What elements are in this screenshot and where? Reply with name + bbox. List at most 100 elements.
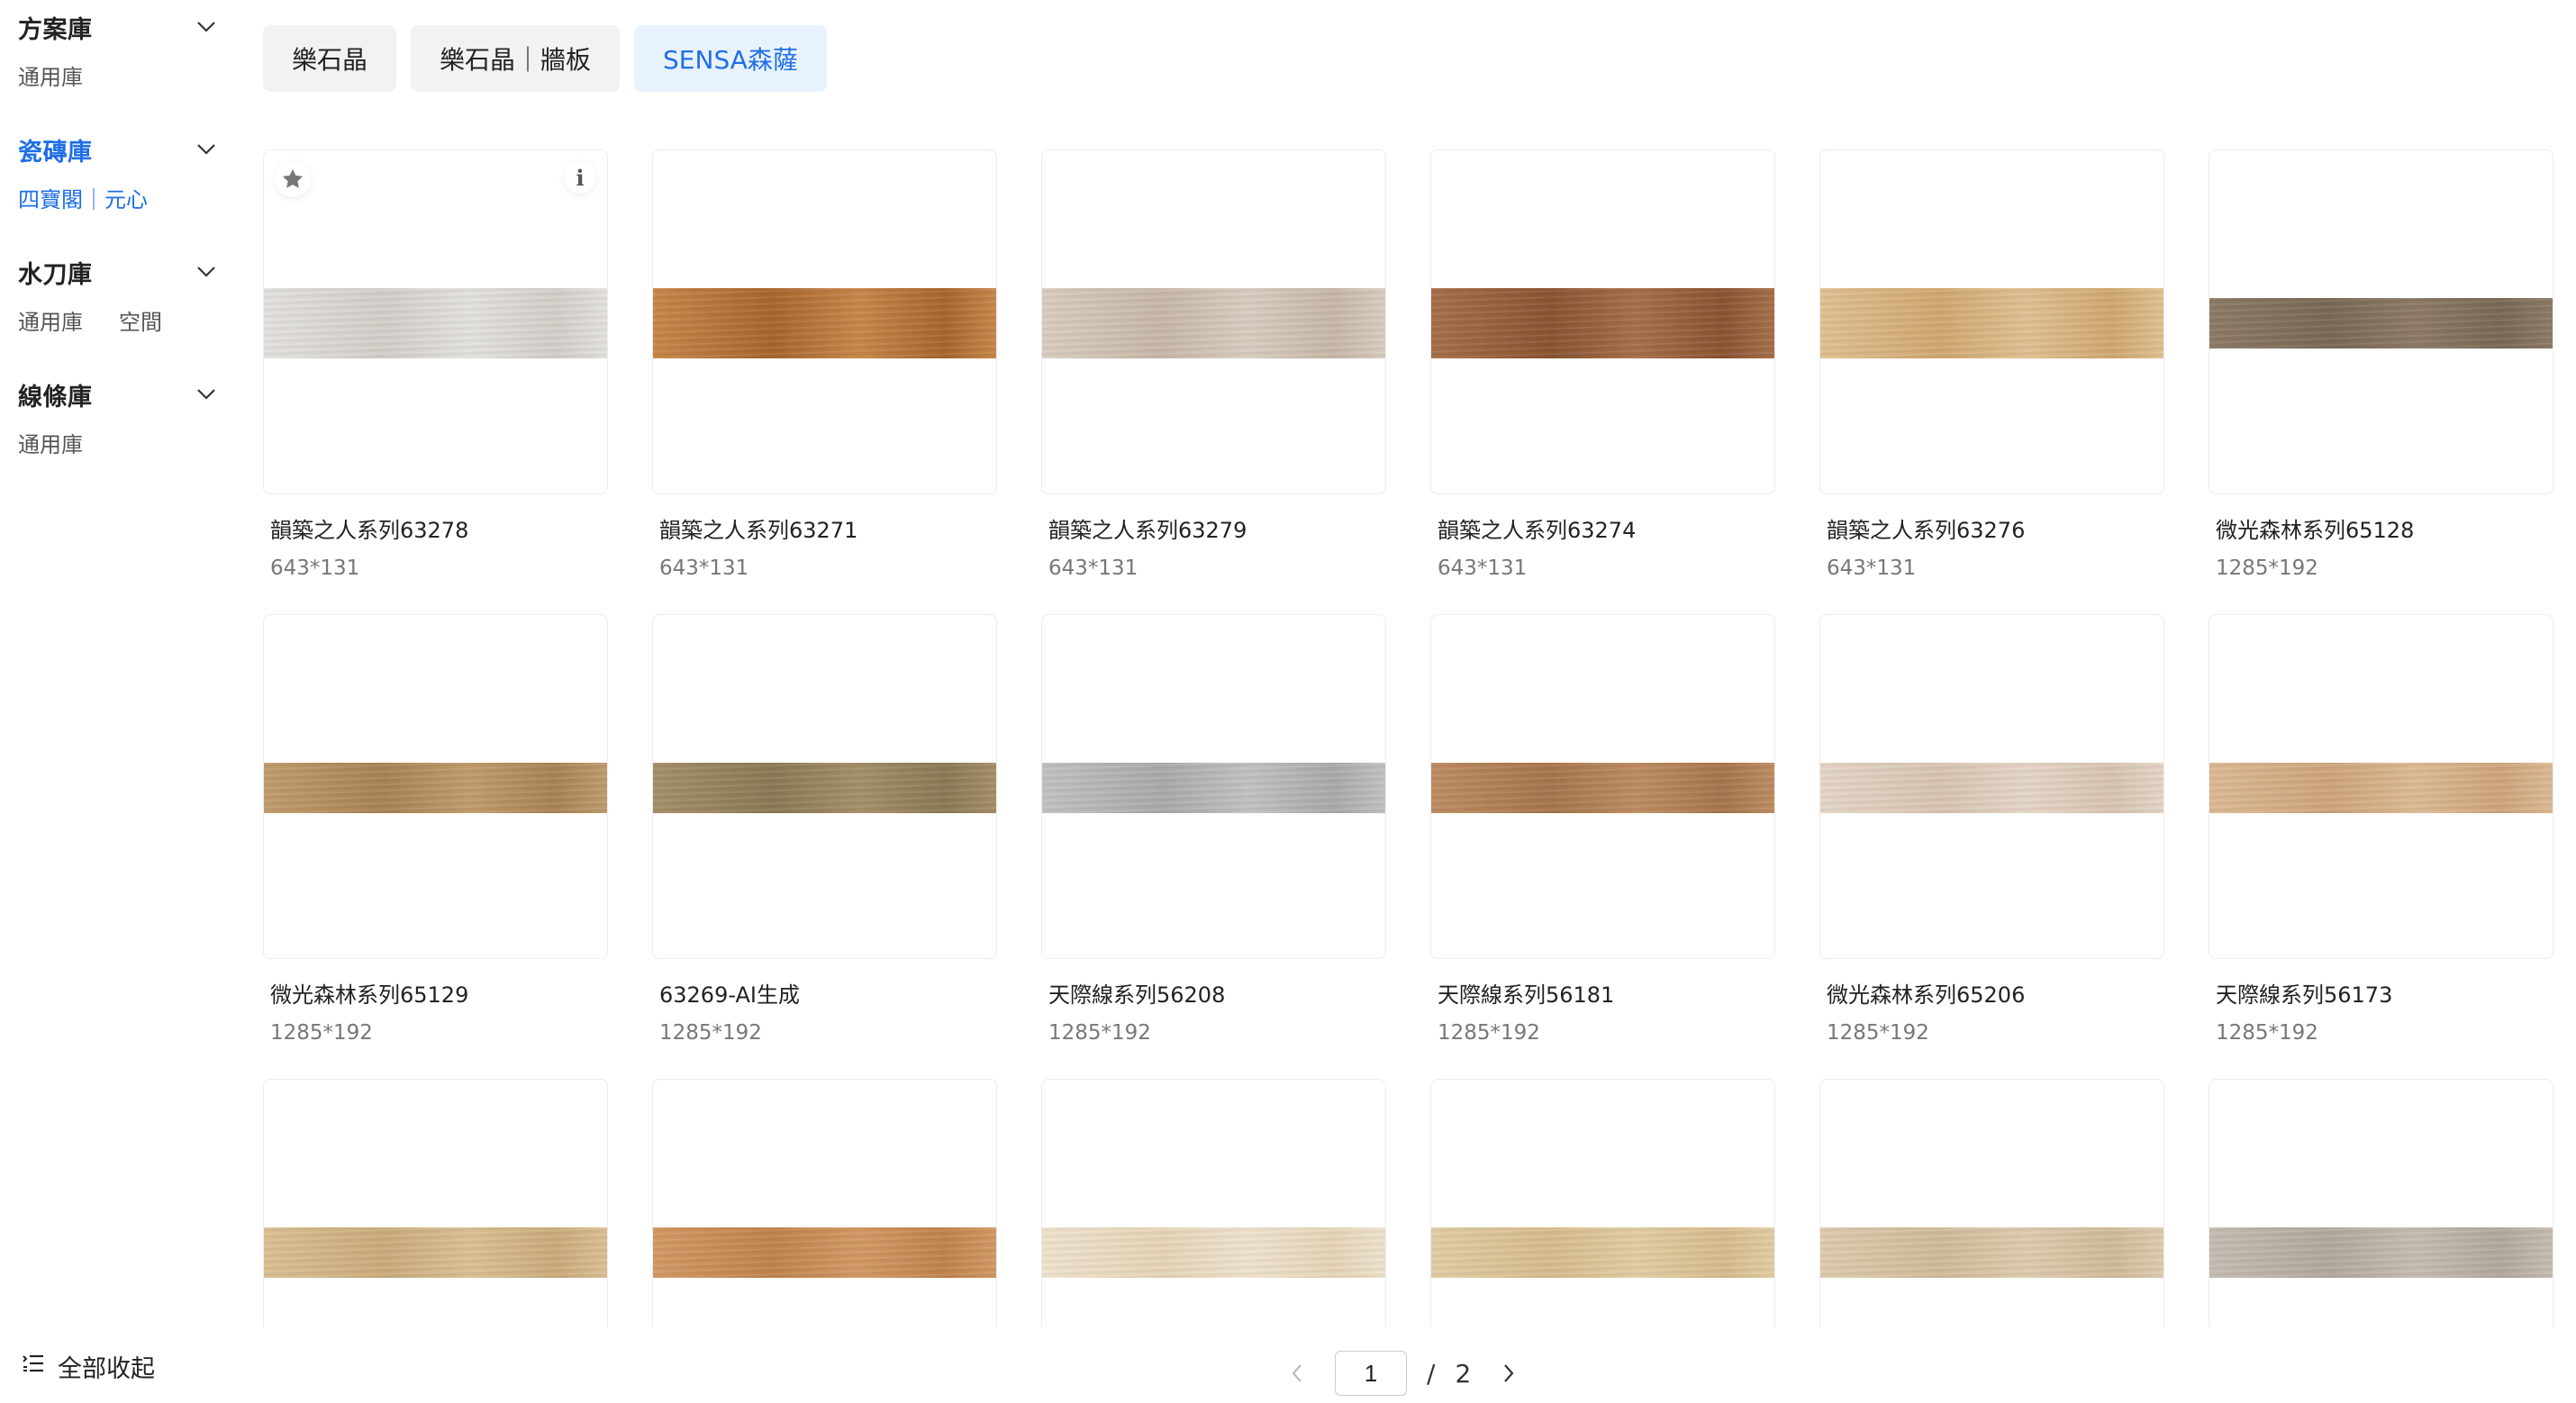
- tile-card[interactable]: [2209, 1079, 2553, 1327]
- wood-plank-image: [2209, 1226, 2553, 1278]
- category-title: 方案庫: [18, 15, 93, 44]
- tile-thumbnail[interactable]: [263, 614, 608, 959]
- tile-thumbnail[interactable]: [1041, 614, 1386, 959]
- tile-card[interactable]: 天際線系列56208 1285*192: [1041, 614, 1386, 1045]
- category-title: 水刀庫: [18, 260, 93, 289]
- tile-size: 1285*192: [1438, 1021, 1540, 1045]
- chevron-down-icon[interactable]: [196, 385, 216, 404]
- category-scheme-library: 方案庫 通用庫: [18, 11, 216, 91]
- tile-card[interactable]: 韻築之人系列63271 643*131: [652, 149, 997, 580]
- wood-plank-image: [1431, 762, 1774, 813]
- tile-thumbnail[interactable]: [1041, 1079, 1386, 1327]
- tile-thumbnail[interactable]: [1430, 149, 1775, 494]
- tile-card[interactable]: [263, 1079, 608, 1327]
- tile-card[interactable]: [1041, 1079, 1386, 1327]
- category-molding-library: 線條庫 通用庫: [18, 378, 216, 458]
- tile-card[interactable]: [1430, 1079, 1775, 1327]
- tab-lestone[interactable]: 樂石晶: [263, 25, 397, 92]
- chevron-down-icon[interactable]: [196, 140, 216, 159]
- wood-plank-image: [2209, 297, 2553, 348]
- tile-thumbnail[interactable]: [1819, 149, 2164, 494]
- tile-name: 韻築之人系列63271: [659, 518, 858, 543]
- wood-plank-image: [1820, 287, 2163, 358]
- tile-card[interactable]: 微光森林系列65129 1285*192: [263, 614, 608, 1045]
- tab-sensa[interactable]: SENSA森薩: [634, 25, 827, 92]
- page-number-input[interactable]: [1335, 1351, 1407, 1396]
- tile-thumbnail[interactable]: [263, 1079, 608, 1327]
- chevron-down-icon[interactable]: [196, 17, 216, 37]
- tile-size: 643*131: [659, 557, 749, 580]
- wood-plank-image: [264, 762, 607, 813]
- category-item[interactable]: 四寶閣｜元心: [18, 182, 148, 213]
- info-icon[interactable]: i: [564, 161, 596, 194]
- wood-plank-image: [1820, 762, 2163, 813]
- wood-plank-image: [653, 287, 996, 358]
- collapse-all-button[interactable]: 全部收起: [22, 1349, 155, 1384]
- tile-grid: i 韻築之人系列63278 643*131 韻築之人系列63271 643*131 韻築之…: [263, 149, 2555, 1327]
- category-item[interactable]: 通用庫: [18, 304, 83, 336]
- tile-thumbnail[interactable]: [1819, 1079, 2164, 1327]
- tile-name: 天際線系列56181: [1438, 982, 1615, 1008]
- tile-size: 643*131: [1827, 557, 1917, 580]
- list-collapse-icon: [22, 1353, 45, 1380]
- category-tile-library: 瓷磚庫 四寶閣｜元心: [18, 133, 216, 213]
- tile-thumbnail[interactable]: [652, 614, 997, 959]
- tile-size: 1285*192: [1048, 1021, 1151, 1045]
- wood-plank-image: [1431, 1226, 1774, 1278]
- sidebar: 方案庫 通用庫 瓷磚庫 四寶閣｜元心 水刀庫 通用庫 空間 線條庫 通用庫 全部…: [0, 0, 234, 1403]
- tile-name: 天際線系列56208: [1048, 982, 1226, 1008]
- page-separator: /: [1427, 1358, 1436, 1389]
- tile-size: 643*131: [1438, 557, 1528, 580]
- tile-thumbnail[interactable]: [2209, 1079, 2553, 1327]
- tile-card[interactable]: [1819, 1079, 2164, 1327]
- tile-thumbnail[interactable]: [1819, 614, 2164, 959]
- tile-thumbnail[interactable]: i: [263, 149, 608, 494]
- category-item[interactable]: 通用庫: [18, 427, 83, 458]
- wood-plank-image: [2209, 762, 2553, 813]
- tile-card[interactable]: i 韻築之人系列63278 643*131: [263, 149, 608, 580]
- tile-card[interactable]: 韻築之人系列63279 643*131: [1041, 149, 1386, 580]
- tile-card[interactable]: 微光森林系列65128 1285*192: [2209, 149, 2553, 580]
- tile-card[interactable]: 韻築之人系列63274 643*131: [1430, 149, 1775, 580]
- category-item[interactable]: 通用庫: [18, 59, 83, 91]
- category-header[interactable]: 方案庫: [18, 11, 216, 44]
- tile-card[interactable]: [652, 1079, 997, 1327]
- tile-card[interactable]: 天際線系列56181 1285*192: [1430, 614, 1775, 1045]
- tab-lestone-wallboard[interactable]: 樂石晶｜牆板: [411, 25, 621, 92]
- total-pages: 2: [1455, 1358, 1472, 1389]
- category-item[interactable]: 空間: [119, 304, 162, 336]
- tile-size: 643*131: [270, 557, 360, 580]
- tile-size: 1285*192: [2216, 1021, 2318, 1045]
- tile-name: 微光森林系列65206: [1827, 982, 2026, 1008]
- wood-plank-image: [264, 287, 607, 358]
- wood-plank-image: [1820, 1226, 2163, 1278]
- tile-size: 1285*192: [270, 1021, 373, 1045]
- tile-thumbnail[interactable]: [2209, 149, 2553, 494]
- tile-card[interactable]: 天際線系列56173 1285*192: [2209, 614, 2553, 1045]
- category-header[interactable]: 線條庫: [18, 378, 216, 412]
- tile-thumbnail[interactable]: [2209, 614, 2553, 959]
- category-waterjet-library: 水刀庫 通用庫 空間: [18, 256, 216, 336]
- category-header[interactable]: 瓷磚庫: [18, 133, 216, 167]
- tile-size: 1285*192: [2216, 557, 2318, 580]
- tile-card[interactable]: 韻築之人系列63276 643*131: [1819, 149, 2164, 580]
- tile-thumbnail[interactable]: [1430, 1079, 1775, 1327]
- tile-thumbnail[interactable]: [652, 1079, 997, 1327]
- tile-thumbnail[interactable]: [652, 149, 997, 494]
- wood-plank-image: [264, 1226, 607, 1278]
- tile-name: 天際線系列56173: [2216, 982, 2393, 1008]
- wood-plank-image: [1431, 287, 1774, 358]
- wood-plank-image: [653, 762, 996, 813]
- favorite-star-icon[interactable]: [275, 161, 311, 197]
- tile-card[interactable]: 63269-AI生成 1285*192: [652, 614, 997, 1045]
- tile-thumbnail[interactable]: [1041, 149, 1386, 494]
- next-page-icon[interactable]: [1491, 1355, 1527, 1391]
- category-header[interactable]: 水刀庫: [18, 256, 216, 289]
- tile-thumbnail[interactable]: [1430, 614, 1775, 959]
- tile-name: 韻築之人系列63278: [270, 518, 469, 543]
- chevron-down-icon[interactable]: [196, 262, 216, 282]
- prev-page-icon[interactable]: [1279, 1355, 1315, 1391]
- tile-card[interactable]: 微光森林系列65206 1285*192: [1819, 614, 2164, 1045]
- wood-plank-image: [653, 1226, 996, 1278]
- category-title: 瓷磚庫: [18, 138, 93, 167]
